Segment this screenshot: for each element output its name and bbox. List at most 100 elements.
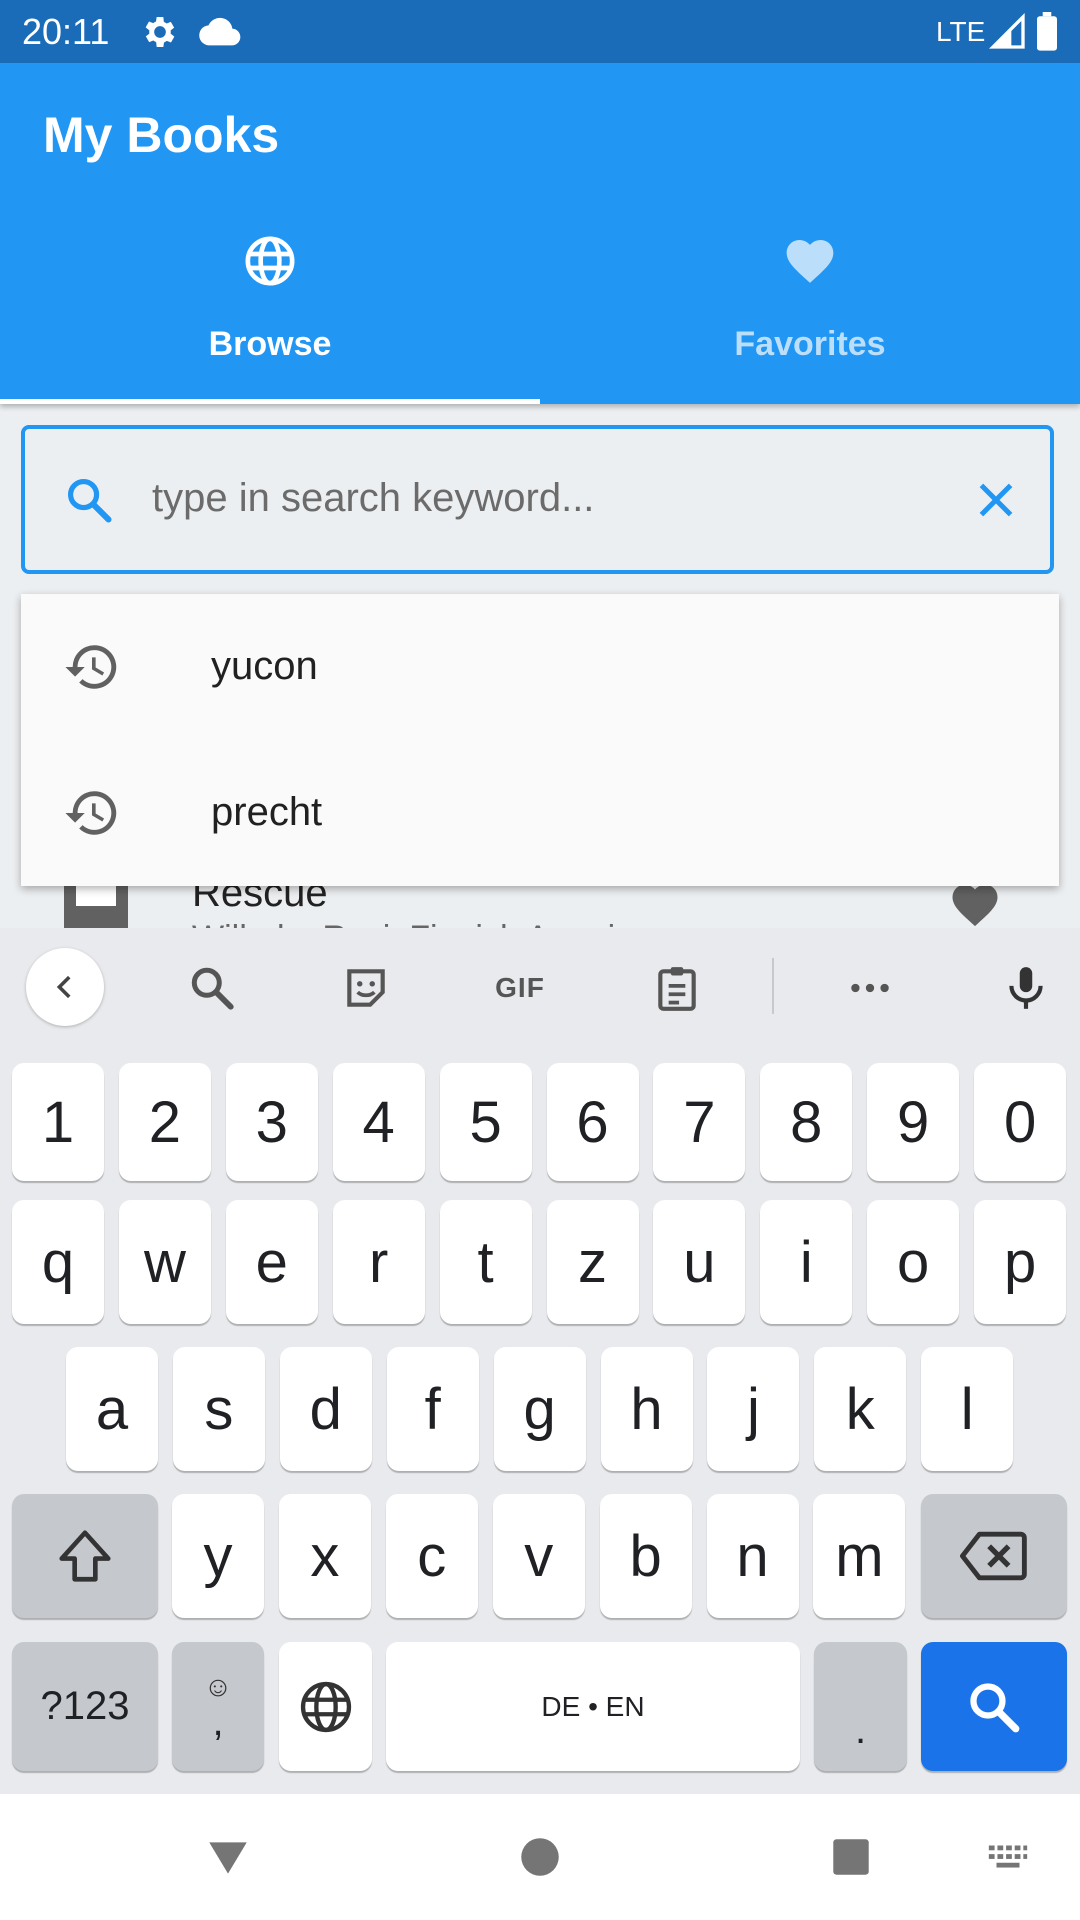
key-letter[interactable]: l [921, 1347, 1014, 1471]
period-key[interactable]: . [814, 1642, 907, 1771]
tab-browse[interactable]: Browse [0, 233, 540, 404]
app-bar: My Books Browse Favorites [0, 63, 1080, 404]
tab-favorites[interactable]: Favorites [540, 233, 1080, 404]
search-action-key[interactable] [921, 1642, 1067, 1771]
suggestion-text: precht [211, 790, 323, 834]
key-label: k [845, 1376, 875, 1442]
key-letter[interactable]: j [707, 1347, 800, 1471]
key-label: z [578, 1229, 607, 1295]
key-label: 7 [683, 1089, 716, 1155]
close-icon[interactable] [971, 475, 1021, 525]
key-letter[interactable]: n [706, 1494, 799, 1618]
gif-button[interactable]: GIF [488, 956, 552, 1020]
tab-indicator [0, 399, 540, 404]
key-letter[interactable]: e [225, 1200, 318, 1324]
key-letter[interactable]: w [118, 1200, 211, 1324]
heart-icon [786, 240, 834, 283]
key-letter[interactable]: h [600, 1347, 693, 1471]
key-number[interactable]: 2 [118, 1063, 211, 1181]
search-input[interactable] [150, 467, 954, 529]
key-letter[interactable]: u [653, 1200, 746, 1324]
space-key-label: DE • EN [541, 1690, 645, 1722]
sticker-icon [347, 969, 385, 1007]
key-label: 0 [1003, 1089, 1037, 1155]
history-icon [65, 791, 117, 835]
key-label: 1 [41, 1089, 75, 1155]
key-letter[interactable]: y [172, 1494, 264, 1618]
battery-icon [1037, 12, 1057, 51]
clipboard-button[interactable] [645, 956, 709, 1020]
recents-icon[interactable] [826, 1832, 876, 1882]
key-letter[interactable]: o [867, 1200, 960, 1324]
key-label: o [897, 1229, 930, 1295]
suggestion-item[interactable]: precht [21, 740, 1059, 886]
voice-input-button[interactable] [994, 956, 1058, 1020]
key-letter[interactable]: i [760, 1200, 853, 1324]
key-number[interactable]: 9 [867, 1063, 960, 1181]
search-icon [970, 1682, 1020, 1732]
keyboard-search-button[interactable] [180, 956, 244, 1020]
key-label: f [424, 1376, 441, 1442]
more-options-button[interactable] [838, 956, 902, 1020]
key-number[interactable]: 5 [439, 1063, 532, 1181]
key-letter[interactable]: a [66, 1347, 158, 1471]
emoji-comma-key[interactable]: ☺ , [172, 1642, 264, 1771]
home-icon[interactable] [515, 1832, 565, 1882]
key-letter[interactable]: t [439, 1200, 532, 1324]
key-label: 9 [897, 1089, 930, 1155]
sticker-button[interactable] [334, 956, 398, 1020]
gif-label: GIF [495, 972, 545, 1003]
key-label: p [1003, 1229, 1037, 1295]
key-label: q [41, 1229, 75, 1295]
key-letter[interactable]: q [12, 1200, 104, 1324]
key-number[interactable]: 1 [12, 1063, 104, 1181]
key-number[interactable]: 8 [760, 1063, 853, 1181]
key-label: l [960, 1376, 974, 1442]
key-letter[interactable]: s [172, 1347, 265, 1471]
key-label: x [310, 1523, 340, 1589]
key-letter[interactable]: p [974, 1200, 1067, 1324]
key-label: 5 [469, 1089, 502, 1155]
key-letter[interactable]: c [385, 1494, 478, 1618]
key-letter[interactable]: k [814, 1347, 907, 1471]
language-key[interactable] [279, 1642, 372, 1771]
status-time: 20:11 [22, 11, 110, 52]
soft-keyboard: GIF 12345 6 789 0 qwe rtzuio p a s d f g h j … [0, 928, 1080, 1794]
key-letter[interactable]: b [599, 1494, 692, 1618]
search-icon [191, 967, 234, 1010]
key-number[interactable]: 4 [332, 1063, 425, 1181]
key-label: 3 [255, 1089, 288, 1155]
key-number[interactable]: 7 [653, 1063, 746, 1181]
history-icon [65, 645, 117, 689]
key-letter[interactable]: d [279, 1347, 372, 1471]
microphone-icon [1009, 967, 1043, 1009]
search-icon [67, 478, 112, 523]
key-label: v [524, 1523, 554, 1589]
key-letter[interactable]: v [492, 1494, 585, 1618]
signal-icon [988, 12, 1025, 49]
key-letter[interactable]: r [332, 1200, 425, 1324]
shift-key[interactable] [12, 1494, 158, 1618]
search-box[interactable] [21, 425, 1054, 574]
back-icon[interactable] [203, 1832, 253, 1882]
suggestion-item[interactable]: yucon [21, 594, 1059, 740]
key-letter[interactable]: f [386, 1347, 479, 1471]
space-key[interactable]: DE • EN [386, 1642, 800, 1771]
key-number[interactable]: 6 [546, 1063, 639, 1181]
key-label: r [369, 1229, 389, 1295]
key-letter[interactable]: z [546, 1200, 639, 1324]
key-number[interactable]: 0 [974, 1063, 1067, 1181]
key-label: e [255, 1229, 288, 1295]
cloud-icon [199, 17, 241, 46]
backspace-key[interactable] [921, 1494, 1067, 1618]
search-suggestions: yucon precht [21, 594, 1059, 886]
key-label: 6 [576, 1089, 609, 1155]
key-number[interactable]: 3 [225, 1063, 318, 1181]
key-label: j [746, 1376, 760, 1442]
key-letter[interactable]: x [278, 1494, 371, 1618]
collapse-toolbar-button[interactable] [26, 948, 104, 1026]
key-letter[interactable]: g [493, 1347, 586, 1471]
symbols-key[interactable]: ?123 [12, 1642, 158, 1771]
keyboard-switch-icon[interactable] [985, 1832, 1031, 1882]
key-letter[interactable]: m [813, 1494, 906, 1618]
